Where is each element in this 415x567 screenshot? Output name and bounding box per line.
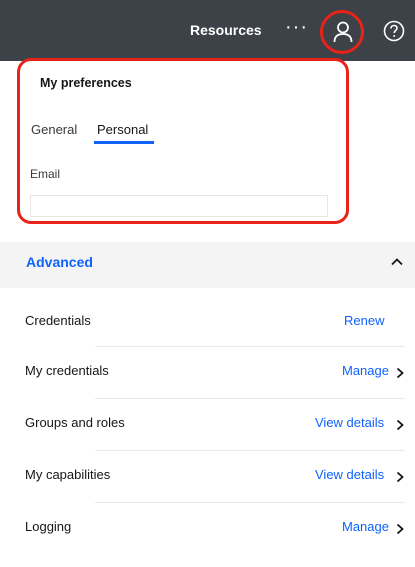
email-field[interactable] xyxy=(30,195,328,217)
top-header-bar: Resources ··· xyxy=(0,0,415,61)
chevron-right-icon[interactable] xyxy=(396,471,404,483)
tab-personal[interactable]: Personal xyxy=(97,122,148,137)
row-divider xyxy=(95,502,405,503)
user-button[interactable] xyxy=(320,10,364,54)
selected-tab-indicator xyxy=(94,141,154,144)
preferences-title: My preferences xyxy=(40,76,132,90)
logging-manage-link[interactable]: Manage xyxy=(342,519,389,534)
help-icon[interactable] xyxy=(383,20,405,42)
my-capabilities-view-details-link[interactable]: View details xyxy=(315,467,384,482)
tab-general[interactable]: General xyxy=(31,122,77,137)
credentials-label: Credentials xyxy=(25,313,91,328)
groups-and-roles-view-details-link[interactable]: View details xyxy=(315,415,384,430)
my-credentials-manage-link[interactable]: Manage xyxy=(342,363,389,378)
advanced-title: Advanced xyxy=(26,254,93,270)
groups-and-roles-label: Groups and roles xyxy=(25,415,125,430)
chevron-right-icon[interactable] xyxy=(396,419,404,431)
chevron-up-icon[interactable] xyxy=(391,258,403,266)
my-credentials-label: My credentials xyxy=(25,363,109,378)
chevron-right-icon[interactable] xyxy=(396,367,404,379)
resources-link[interactable]: Resources xyxy=(190,22,262,38)
chevron-right-icon[interactable] xyxy=(396,523,404,535)
my-capabilities-label: My capabilities xyxy=(25,467,111,482)
row-divider xyxy=(95,398,405,399)
more-options-icon[interactable]: ··· xyxy=(285,17,308,37)
logging-label: Logging xyxy=(25,519,72,534)
row-divider xyxy=(95,450,405,451)
row-divider xyxy=(95,346,405,347)
email-label: Email xyxy=(30,167,61,181)
user-icon xyxy=(333,21,353,43)
renew-link[interactable]: Renew xyxy=(344,313,384,328)
